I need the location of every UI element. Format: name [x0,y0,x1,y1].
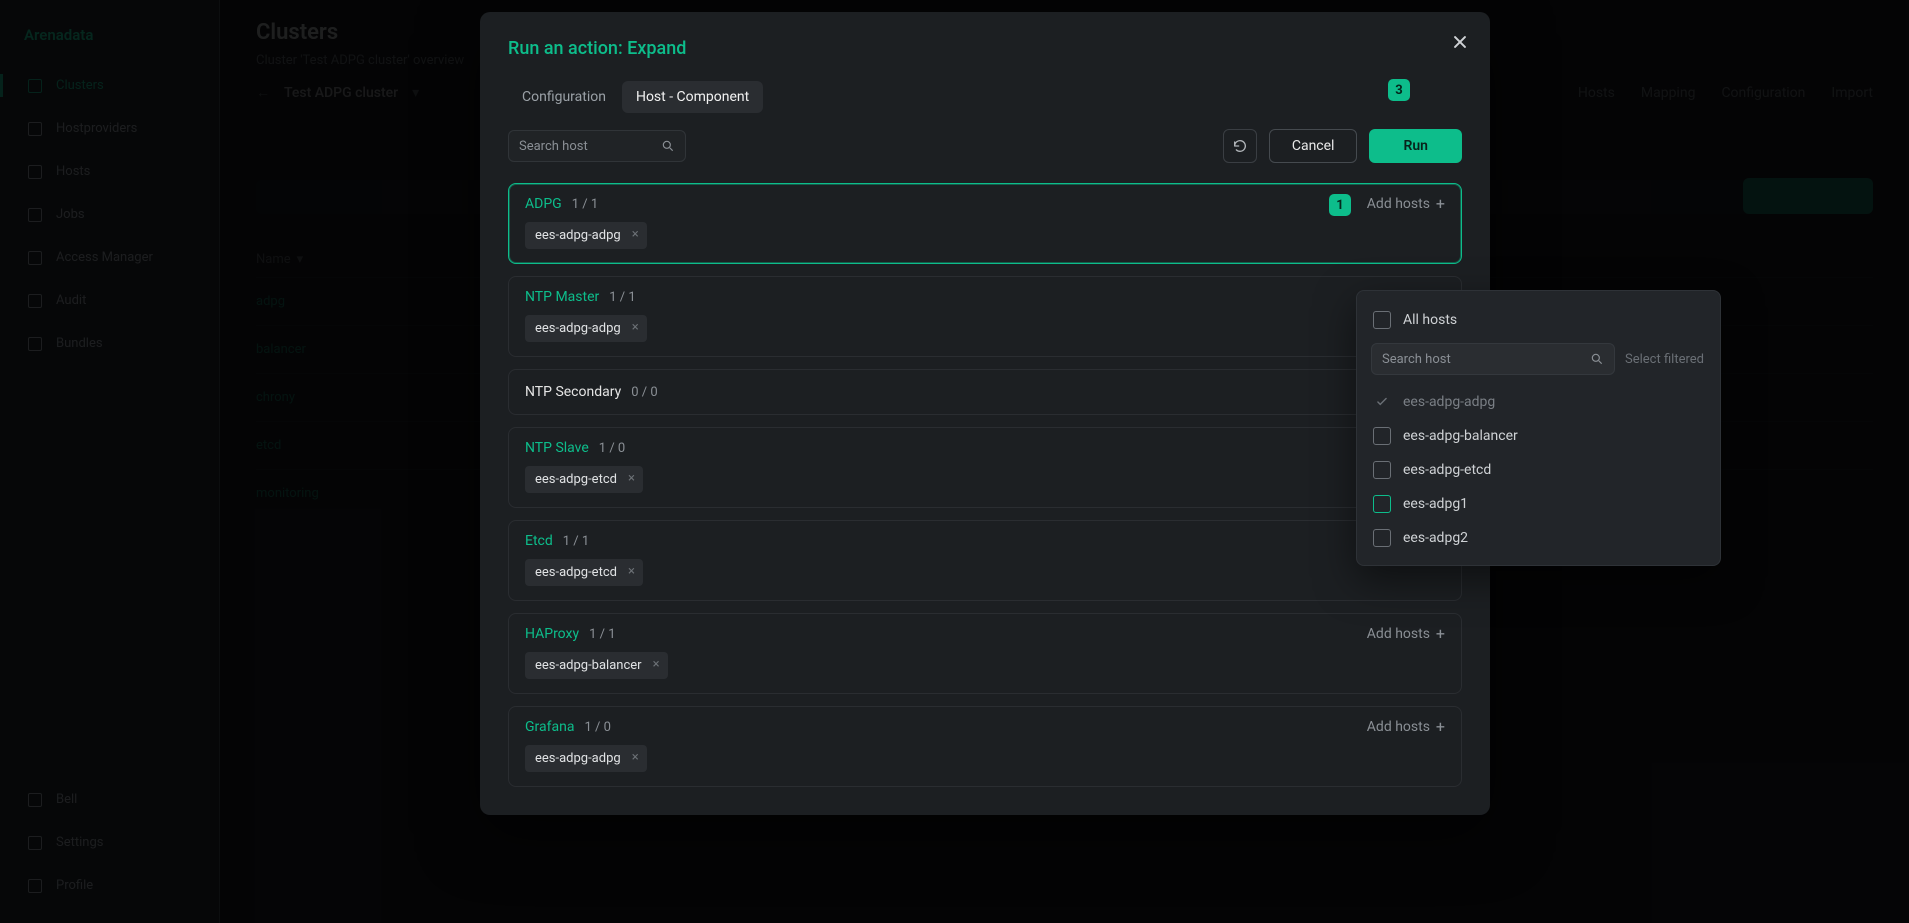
add-hosts-button[interactable]: Add hosts+ [1367,626,1445,642]
component-count: 1 / 1 [589,627,615,642]
popover-host-label: ees-adpg-etcd [1403,462,1491,478]
component-count: 1 / 0 [584,720,610,735]
plus-icon: + [1436,196,1445,212]
host-chip[interactable]: ees-adpg-adpg [525,222,647,249]
refresh-icon [1232,138,1248,154]
popover-host-label: ees-adpg1 [1403,496,1468,512]
component-card: NTP Secondary0 / 0Add hosts+ [508,369,1462,415]
popover-host-label: ees-adpg-balancer [1403,428,1518,444]
step-badge-3: 3 [1388,79,1410,101]
add-hosts-button[interactable]: Add hosts+ [1367,719,1445,735]
check-icon [1373,393,1391,411]
popover-host-item[interactable]: ees-adpg1 [1369,487,1708,521]
popover-host-item[interactable]: ees-adpg-adpg [1369,385,1708,419]
component-card: ADPG 1 / 1 Add hosts+ 1 ees-adpg-adpg [508,183,1462,264]
component-name: NTP Secondary [525,384,621,400]
host-chip[interactable]: ees-adpg-balancer [525,652,668,679]
component-count: 1 / 1 [563,534,589,549]
popover-host-label: ees-adpg2 [1403,530,1468,546]
component-name: Grafana [525,719,574,735]
checkbox-icon[interactable] [1373,311,1391,329]
checkbox-icon[interactable] [1373,461,1391,479]
popover-search-input[interactable]: Search host [1371,343,1615,375]
host-chip[interactable]: ees-adpg-etcd [525,559,643,586]
run-button[interactable]: Run [1369,129,1462,163]
component-name: Etcd [525,533,553,549]
component-count: 1 / 0 [599,441,625,456]
component-card: Grafana 1 / 0 Add hosts+ ees-adpg-adpg [508,706,1462,787]
search-icon [1590,352,1604,366]
plus-icon: + [1436,719,1445,735]
component-name: ADPG [525,196,562,212]
add-hosts-button[interactable]: Add hosts+ [1367,196,1445,212]
checkbox-icon[interactable] [1373,427,1391,445]
component-name: NTP Slave [525,440,589,456]
cancel-button[interactable]: Cancel [1269,129,1358,163]
tab-configuration[interactable]: Configuration [508,81,620,113]
host-chip[interactable]: ees-adpg-etcd [525,466,643,493]
run-action-modal: Run an action: Expand Configuration Host… [480,12,1490,815]
component-count: 1 / 1 [572,197,598,212]
popover-host-item[interactable]: ees-adpg2 [1369,521,1708,555]
select-filtered-button[interactable]: Select filtered [1623,346,1706,373]
popover-host-item[interactable]: ees-adpg-balancer [1369,419,1708,453]
checkbox-icon[interactable] [1373,495,1391,513]
host-chip[interactable]: ees-adpg-adpg [525,315,647,342]
search-placeholder: Search host [519,139,661,154]
search-host-input[interactable]: Search host [508,130,686,162]
popover-host-item[interactable]: ees-adpg-etcd [1369,453,1708,487]
component-count: 1 / 1 [609,290,635,305]
step-badge: 1 [1329,194,1351,216]
host-select-popover: All hosts Search host Select filtered ee… [1356,290,1721,566]
component-card: NTP Master1 / 1Add hosts+ees-adpg-adpg [508,276,1462,357]
component-count: 0 / 0 [631,385,657,400]
component-card: Etcd1 / 1Add hosts+ees-adpg-etcd [508,520,1462,601]
checkbox-icon[interactable] [1373,529,1391,547]
refresh-button[interactable] [1223,129,1257,163]
component-card: NTP Slave1 / 0Add hosts+2ees-adpg-etcd [508,427,1462,508]
component-name: NTP Master [525,289,599,305]
modal-title: Run an action: Expand [508,38,1462,59]
close-icon[interactable] [1452,34,1468,50]
tab-host-component[interactable]: Host - Component [622,81,763,113]
host-chip[interactable]: ees-adpg-adpg [525,745,647,772]
component-card: HAProxy 1 / 1 Add hosts+ ees-adpg-balancer [508,613,1462,694]
all-hosts-row[interactable]: All hosts [1369,303,1708,337]
search-icon [661,139,675,153]
component-name: HAProxy [525,626,579,642]
popover-host-label: ees-adpg-adpg [1403,394,1495,410]
plus-icon: + [1436,626,1445,642]
